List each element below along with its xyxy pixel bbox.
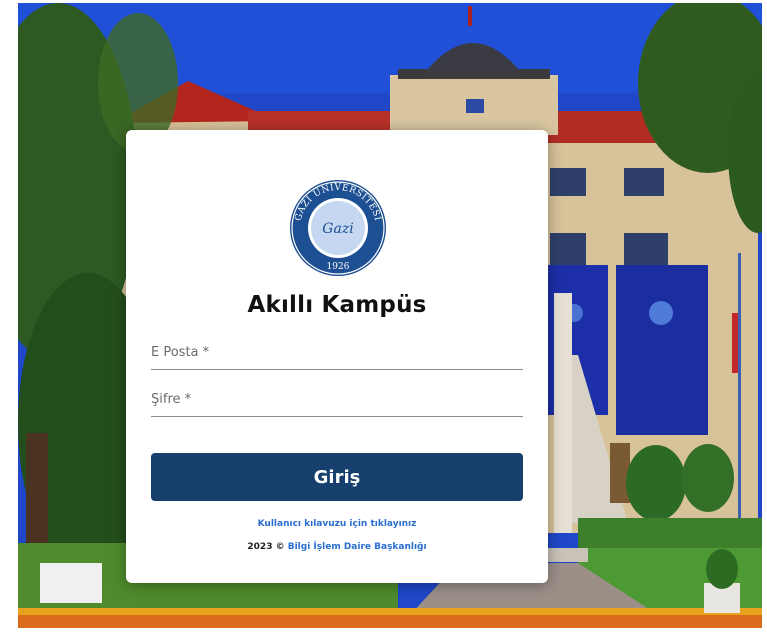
university-logo: GAZİ ÜNİVERSİTESİ Gazi 1926 (286, 176, 390, 280)
footer-org-link[interactable]: Bilgi İşlem Daire Başkanlığı (288, 542, 427, 552)
login-button[interactable]: Giriş (151, 453, 523, 501)
user-guide-link[interactable]: Kullanıcı kılavuzu için tıklayınız (126, 519, 548, 529)
email-field (151, 340, 523, 370)
footer-copyright: 2023 © (247, 542, 285, 552)
seal-script-text: Gazi (322, 221, 353, 237)
gazi-university-seal-icon: GAZİ ÜNİVERSİTESİ Gazi 1926 (288, 178, 388, 278)
page-title: Akıllı Kampüs (247, 292, 427, 318)
seal-year: 1926 (327, 262, 350, 272)
password-input[interactable] (151, 387, 523, 416)
footer: 2023 © Bilgi İşlem Daire Başkanlığı (126, 542, 548, 552)
login-card: GAZİ ÜNİVERSİTESİ Gazi 1926 Akıllı Kampü… (126, 130, 548, 583)
password-field (151, 387, 523, 417)
email-input[interactable] (151, 340, 523, 369)
